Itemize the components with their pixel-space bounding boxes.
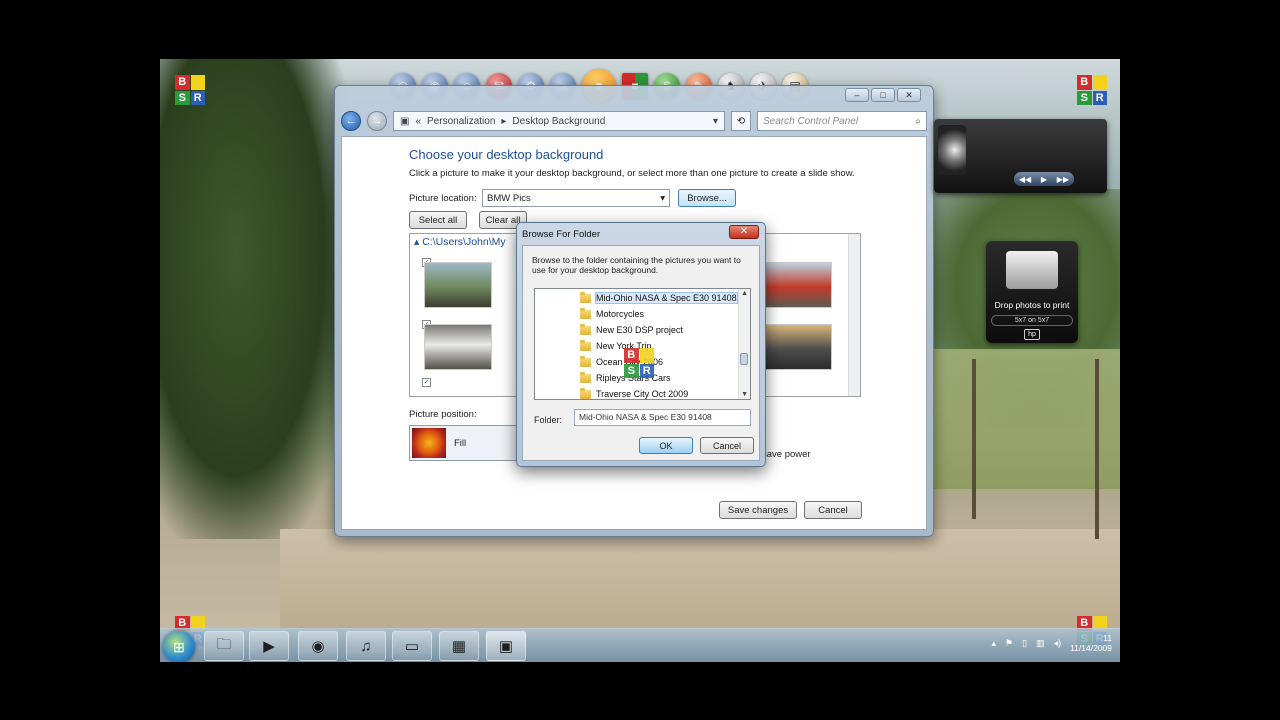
- play-icon[interactable]: ▶: [1041, 175, 1047, 184]
- instruction-text: Click a picture to make it your desktop …: [409, 168, 855, 179]
- wallpaper-thumbnail[interactable]: [764, 324, 832, 370]
- tree-scrollbar[interactable]: ▲ ▼: [738, 289, 750, 399]
- browse-button[interactable]: Browse...: [678, 189, 736, 207]
- power-text: save power: [762, 449, 811, 460]
- show-hidden-icon[interactable]: ▴: [991, 638, 996, 649]
- dialog-cancel-button[interactable]: Cancel: [700, 437, 754, 454]
- wallpaper-field: [930, 349, 1120, 489]
- printer-icon: [1006, 251, 1058, 289]
- wallpaper-thumbnail[interactable]: [424, 324, 492, 370]
- wallpaper-thumbnail[interactable]: [764, 262, 832, 308]
- flag-icon[interactable]: ⚑: [1005, 638, 1013, 649]
- hp-logo-icon: hp: [1024, 329, 1040, 340]
- picture-location-select[interactable]: BMW Pics ▾: [482, 189, 670, 207]
- scroll-up-icon[interactable]: ▲: [741, 290, 748, 297]
- control-panel-icon: ▣: [400, 115, 410, 127]
- dialog-close-button[interactable]: ✕: [729, 225, 759, 239]
- folder-field[interactable]: Mid-Ohio NASA & Spec E30 91408: [574, 409, 751, 426]
- corner-logo: B SR: [175, 75, 205, 105]
- folder-icon: [580, 323, 591, 335]
- close-button[interactable]: ✕: [897, 88, 921, 102]
- picture-location-label: Picture location:: [409, 193, 477, 204]
- print-gadget-text: Drop photos to print: [994, 300, 1070, 310]
- firefox-icon[interactable]: ◉: [298, 631, 338, 661]
- forward-button[interactable]: →: [367, 111, 387, 131]
- breadcrumb-desktop-background[interactable]: Desktop Background: [512, 116, 605, 127]
- position-preview-image: [412, 428, 446, 458]
- disc-icon: [938, 125, 966, 175]
- dialog-title: Browse For Folder: [522, 229, 601, 240]
- folder-icon: [580, 307, 591, 319]
- picture-position-label: Picture position:: [409, 409, 477, 420]
- control-panel-icon[interactable]: ▣: [486, 631, 526, 661]
- taskbar: ⊞ 🗀 ▶ ◉ ♫ ▭ ▦ ▣ ▴ ⚑ ▯ ▥ ◂) 11 11/14/2009: [160, 628, 1120, 662]
- folder-group-header[interactable]: ▴ C:\Users\John\My: [414, 236, 506, 248]
- itunes-icon[interactable]: ♫: [346, 631, 386, 661]
- minimize-button[interactable]: –: [845, 88, 869, 102]
- dialog-description: Browse to the folder containing the pict…: [532, 255, 741, 275]
- cancel-button[interactable]: Cancel: [804, 501, 862, 519]
- explorer-icon[interactable]: 🗀: [204, 631, 244, 661]
- chevron-right-icon: ▸: [501, 115, 507, 127]
- page-title: Choose your desktop background: [409, 147, 604, 162]
- folder-label: Folder:: [534, 415, 563, 425]
- power-icon[interactable]: ▯: [1022, 638, 1027, 649]
- browse-for-folder-dialog: Browse For Folder ✕ Browse to the folder…: [516, 222, 766, 467]
- network-icon[interactable]: ▥: [1036, 638, 1045, 649]
- print-gadget[interactable]: Drop photos to print 5x7 on 5x7 hp: [986, 241, 1078, 343]
- tree-item[interactable]: Mid-Ohio NASA & Spec E30 91408: [580, 290, 738, 306]
- tree-item[interactable]: Motorcycles: [580, 306, 644, 322]
- thumbnail-checkbox[interactable]: ✓: [422, 378, 431, 387]
- search-icon: ⌕: [915, 115, 921, 127]
- chevron-down-icon: ▾: [660, 192, 665, 204]
- folder-icon: [580, 339, 591, 351]
- folder-tree: Mid-Ohio NASA & Spec E30 91408 Motorcycl…: [534, 288, 751, 400]
- maximize-button[interactable]: □: [871, 88, 895, 102]
- wallpaper-trees-left: [160, 59, 350, 539]
- volume-icon[interactable]: ◂): [1054, 638, 1062, 649]
- next-icon[interactable]: ▶▶: [1057, 175, 1069, 184]
- chevron-down-icon[interactable]: ▾: [713, 116, 718, 127]
- tree-item[interactable]: New E30 DSP project: [580, 322, 683, 338]
- previous-icon[interactable]: ◀◀: [1019, 175, 1031, 184]
- picture-position-select[interactable]: Fill: [409, 425, 519, 461]
- wallpaper-thumbnail[interactable]: [424, 262, 492, 308]
- folder-icon[interactable]: ▭: [392, 631, 432, 661]
- back-button[interactable]: ←: [341, 111, 361, 131]
- collapse-icon: ▴: [414, 236, 420, 248]
- folder-icon: [580, 371, 591, 383]
- search-input[interactable]: Search Control Panel ⌕: [757, 111, 927, 131]
- watermark-logo: B SR: [624, 348, 654, 378]
- tree-item[interactable]: Traverse City Oct 2009: [580, 386, 688, 399]
- media-player-icon[interactable]: ▶: [249, 631, 289, 661]
- wallpaper-fence-post: [1095, 359, 1099, 539]
- corner-logo: B SR: [1077, 75, 1107, 105]
- system-tray: ▴ ⚑ ▯ ▥ ◂) 11 11/14/2009: [991, 633, 1112, 653]
- folder-icon: [580, 387, 591, 399]
- clock[interactable]: 11 11/14/2009: [1070, 633, 1112, 653]
- pictures-scrollbar[interactable]: [848, 234, 860, 396]
- media-controls[interactable]: ◀◀ ▶ ▶▶: [1014, 172, 1074, 186]
- caption-buttons: – □ ✕: [845, 88, 921, 102]
- breadcrumb-personalization[interactable]: Personalization: [427, 116, 495, 127]
- folder-icon: [580, 291, 591, 303]
- breadcrumb-separator: «: [415, 115, 422, 127]
- ok-button[interactable]: OK: [639, 437, 693, 454]
- print-size-select[interactable]: 5x7 on 5x7: [991, 315, 1073, 326]
- address-bar[interactable]: ▣ « Personalization ▸ Desktop Background…: [393, 111, 725, 131]
- select-all-button[interactable]: Select all: [409, 211, 467, 229]
- scroll-down-icon[interactable]: ▼: [741, 391, 748, 398]
- scrollbar-thumb[interactable]: [740, 353, 748, 365]
- logo-icon[interactable]: ▦: [439, 631, 479, 661]
- address-row: ← → ▣ « Personalization ▸ Desktop Backgr…: [341, 110, 927, 132]
- folder-icon: [580, 355, 591, 367]
- media-player-gadget[interactable]: ◀◀ ▶ ▶▶: [934, 119, 1107, 193]
- start-button[interactable]: ⊞: [163, 631, 195, 662]
- save-changes-button[interactable]: Save changes: [719, 501, 797, 519]
- wallpaper-fence-post: [972, 359, 976, 519]
- desktop: B SR B SR B SR B SR ◎ ◉ ☺ ✉ ⚙ ☁ ☻ ■ $ ✎ …: [160, 59, 1120, 662]
- refresh-button[interactable]: ⟲: [731, 111, 751, 131]
